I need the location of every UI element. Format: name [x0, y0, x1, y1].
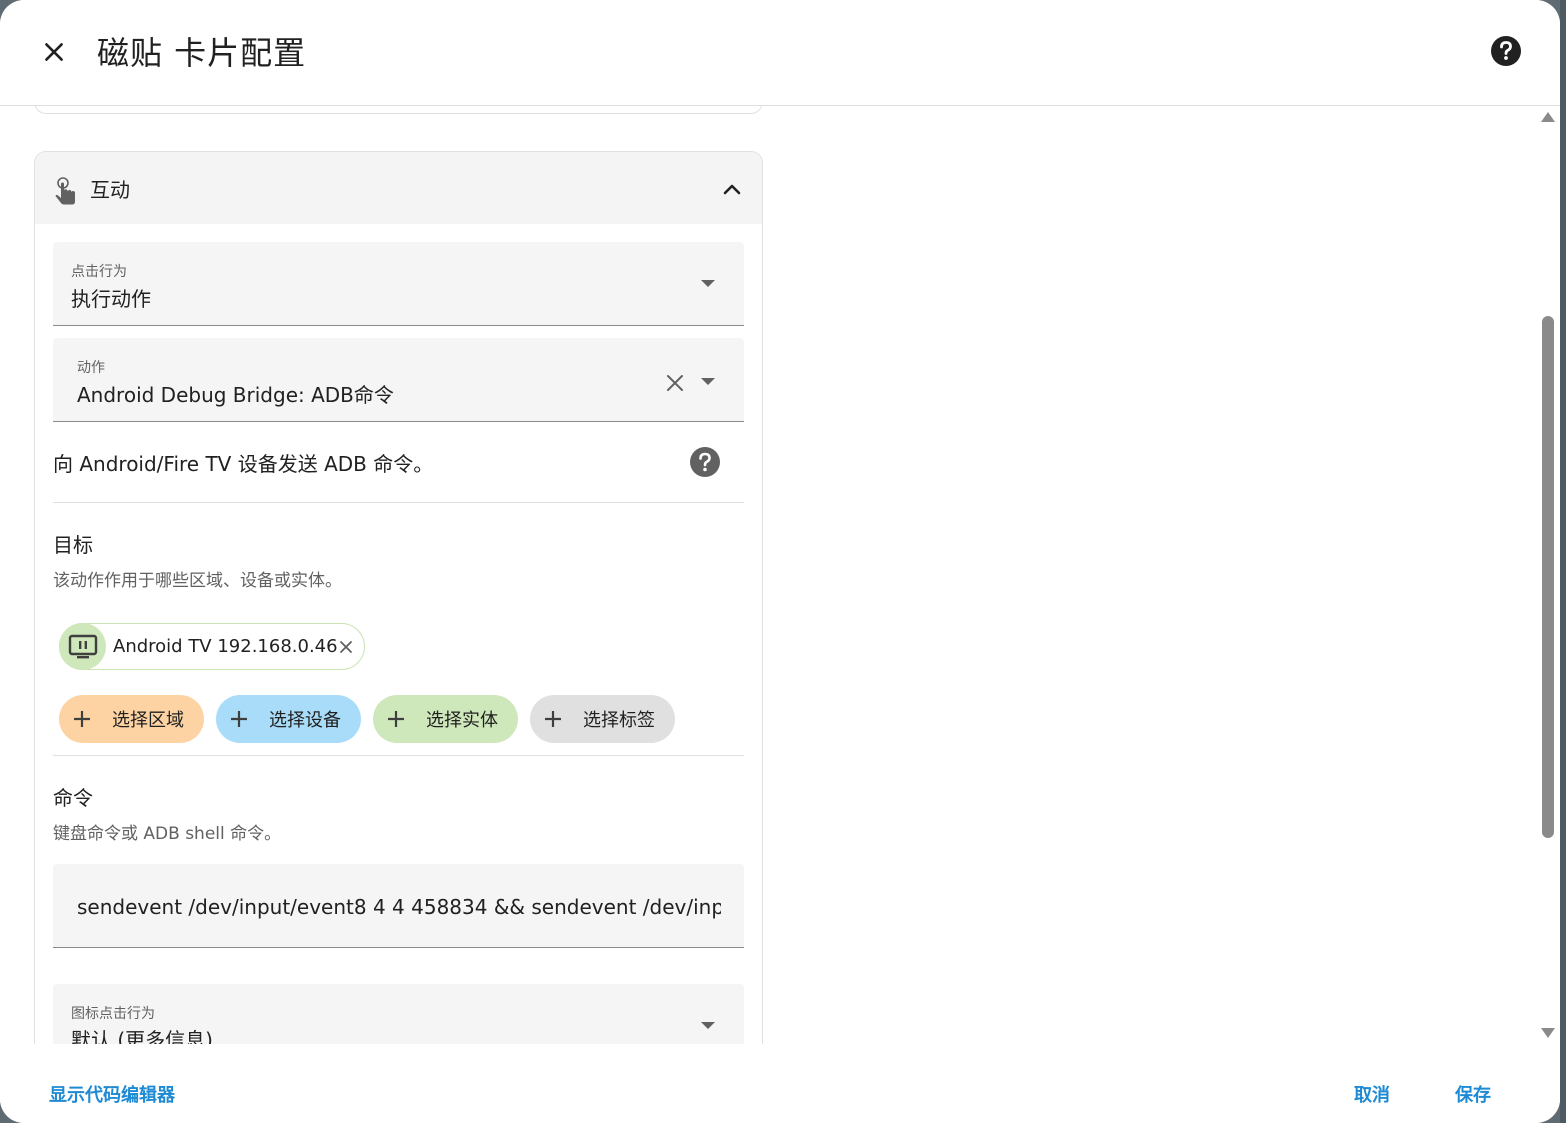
plus-icon: [74, 711, 90, 727]
dialog-header: 磁贴 卡片配置: [0, 0, 1560, 106]
vertical-scrollbar[interactable]: [1538, 106, 1560, 1044]
dialog-footer: 显示代码编辑器 取消 保存: [0, 1044, 1560, 1123]
plus-icon: [388, 711, 404, 727]
icon-tap-action-select[interactable]: 图标点击行为 默认 (更多信息): [53, 984, 744, 1044]
dialog-title: 磁贴 卡片配置: [97, 34, 307, 72]
chevron-up-icon[interactable]: [721, 178, 743, 200]
plus-icon: [545, 711, 561, 727]
help-button[interactable]: [1486, 31, 1526, 71]
close-icon: [45, 43, 63, 61]
icon-tap-action-value: 默认 (更多信息): [71, 1028, 213, 1044]
target-title: 目标: [53, 533, 93, 557]
select-device-button[interactable]: 选择设备: [216, 695, 361, 743]
dropdown-caret-icon: [701, 280, 715, 287]
select-entity-button[interactable]: 选择实体: [373, 695, 518, 743]
television-icon: [59, 623, 106, 670]
clear-icon[interactable]: [664, 372, 686, 394]
selected-device-label: Android TV 192.168.0.46: [113, 636, 338, 657]
tap-action-value: 执行动作: [71, 287, 151, 311]
action-description: 向 Android/Fire TV 设备发送 ADB 命令。: [53, 452, 434, 476]
background-overlay: [1560, 0, 1566, 1123]
card-config-dialog: 磁贴 卡片配置 互动 点击行为 执行动作 动作 Android Debug Br…: [0, 0, 1560, 1123]
help-circle-icon[interactable]: [689, 446, 721, 478]
command-subtitle: 键盘命令或 ADB shell 命令。: [53, 824, 282, 844]
select-area-label: 选择区域: [112, 710, 184, 731]
section-divider: [53, 755, 744, 756]
tap-action-label: 点击行为: [71, 264, 127, 280]
action-select[interactable]: 动作 Android Debug Bridge: ADB命令: [53, 338, 744, 422]
action-label: 动作: [77, 360, 105, 376]
help-circle-icon: [1491, 36, 1521, 66]
dropdown-caret-icon[interactable]: [701, 378, 715, 385]
tap-action-select[interactable]: 点击行为 执行动作: [53, 242, 744, 326]
target-subtitle: 该动作作用于哪些区域、设备或实体。: [53, 571, 342, 591]
close-button[interactable]: [32, 30, 76, 74]
action-value: Android Debug Bridge: ADB命令: [77, 383, 394, 407]
dropdown-caret-icon: [701, 1022, 715, 1029]
command-input[interactable]: sendevent /dev/input/event8 4 4 458834 &…: [53, 864, 744, 948]
select-area-button[interactable]: 选择区域: [59, 695, 204, 743]
action-description-row: 向 Android/Fire TV 设备发送 ADB 命令。: [53, 422, 744, 503]
scroll-up-arrow-icon[interactable]: [1541, 112, 1555, 122]
command-value: sendevent /dev/input/event8 4 4 458834 &…: [77, 895, 721, 919]
interaction-panel-title: 互动: [90, 178, 130, 202]
scrollbar-thumb[interactable]: [1542, 316, 1554, 838]
select-label-button[interactable]: 选择标签: [530, 695, 675, 743]
selected-device-chip[interactable]: Android TV 192.168.0.46: [59, 623, 365, 670]
select-entity-label: 选择实体: [426, 710, 498, 731]
remove-chip-icon[interactable]: [338, 639, 354, 655]
interaction-panel-header[interactable]: 互动: [35, 152, 762, 224]
command-title: 命令: [53, 786, 93, 810]
gesture-tap-icon: [55, 177, 75, 205]
previous-section-card: [34, 106, 763, 114]
show-code-editor-button[interactable]: 显示代码编辑器: [49, 1081, 175, 1107]
config-scroll-area[interactable]: 互动 点击行为 执行动作 动作 Android Debug Bridge: AD…: [0, 106, 1538, 1044]
select-label-label: 选择标签: [583, 710, 655, 731]
cancel-button[interactable]: 取消: [1354, 1081, 1390, 1107]
icon-tap-action-label: 图标点击行为: [71, 1006, 155, 1022]
save-button[interactable]: 保存: [1455, 1081, 1491, 1107]
select-device-label: 选择设备: [269, 710, 341, 731]
plus-icon: [231, 711, 247, 727]
scroll-down-arrow-icon[interactable]: [1541, 1028, 1555, 1038]
